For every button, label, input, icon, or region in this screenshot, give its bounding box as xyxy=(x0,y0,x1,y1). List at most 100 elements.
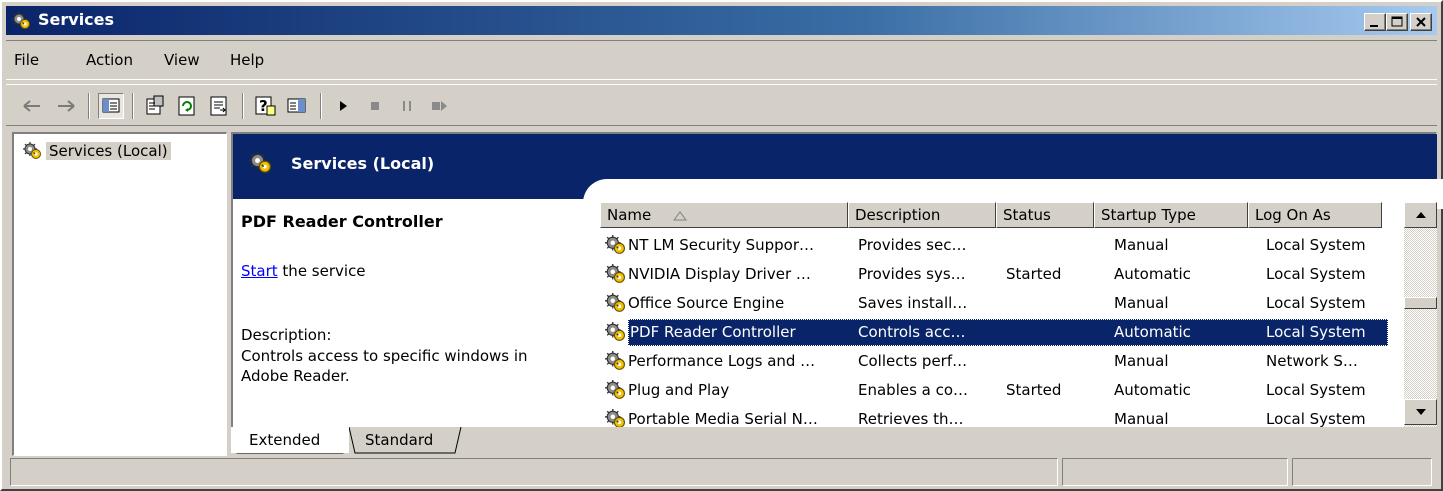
vertical-scrollbar[interactable] xyxy=(1404,202,1437,427)
cell-startup-type: Automatic xyxy=(1114,323,1191,341)
tree-node-services-local[interactable]: Services (Local) xyxy=(22,140,171,162)
tab-extended[interactable]: Extended xyxy=(231,427,349,453)
pane-banner: Services (Local) xyxy=(233,134,1443,209)
services-gears-icon xyxy=(249,152,271,173)
status-panel-secondary xyxy=(1062,458,1288,486)
table-row[interactable]: NVIDIA Display Driver … Provides sys… St… xyxy=(600,260,1390,289)
properties-icon[interactable] xyxy=(142,93,168,119)
menu-help[interactable]: Help xyxy=(230,51,264,69)
cell-description: Provides sec… xyxy=(858,236,967,254)
selected-service-name: PDF Reader Controller xyxy=(241,212,443,231)
window-title: Services xyxy=(38,10,115,29)
column-header-status[interactable]: Status xyxy=(996,202,1094,228)
table-row[interactable]: Performance Logs and … Collects perf… Ma… xyxy=(600,347,1390,376)
table-row[interactable]: NT LM Security Suppor… Provides sec… Man… xyxy=(600,231,1390,260)
help-icon[interactable]: ? xyxy=(252,93,278,119)
service-gear-icon xyxy=(604,351,626,371)
show-hide-action-pane-icon[interactable] xyxy=(284,93,310,119)
description-label: Description: xyxy=(241,326,332,344)
close-button[interactable] xyxy=(1410,13,1432,31)
scroll-down-button[interactable] xyxy=(1404,399,1437,425)
cell-startup-type: Manual xyxy=(1114,352,1169,370)
cell-name: NT LM Security Suppor… xyxy=(628,236,814,254)
table-row-selected[interactable]: PDF Reader Controller Controls acc… Auto… xyxy=(600,318,1390,347)
back-icon[interactable] xyxy=(20,93,46,119)
cell-description: Enables a co… xyxy=(858,381,969,399)
cell-startup-type: Manual xyxy=(1114,236,1169,254)
service-gear-icon xyxy=(604,409,626,427)
column-header-log-on-as[interactable]: Log On As xyxy=(1248,202,1382,228)
cell-log-on-as: Local System xyxy=(1266,236,1366,254)
restart-service-icon[interactable] xyxy=(426,93,452,119)
forward-icon[interactable] xyxy=(52,93,78,119)
cell-log-on-as: Local System xyxy=(1266,323,1366,341)
description-text: Controls access to specific windows in A… xyxy=(241,347,528,385)
cell-startup-type: Manual xyxy=(1114,294,1169,312)
service-gear-icon xyxy=(604,235,626,254)
service-gear-icon xyxy=(604,322,626,342)
menu-bar: File Action View Help xyxy=(6,40,1437,80)
cell-startup-type: Manual xyxy=(1114,410,1169,427)
maximize-button[interactable] xyxy=(1386,13,1408,31)
cell-name: PDF Reader Controller xyxy=(630,323,796,341)
refresh-icon[interactable] xyxy=(174,93,200,119)
cell-startup-type: Automatic xyxy=(1114,381,1191,399)
tab-standard[interactable]: Standard xyxy=(349,427,459,453)
export-list-icon[interactable] xyxy=(206,93,232,119)
view-tabs: Extended Standard xyxy=(231,427,1437,457)
cell-description: Saves install… xyxy=(858,294,968,312)
cell-description: Collects perf… xyxy=(858,352,968,370)
column-header-name[interactable]: Name xyxy=(600,202,848,228)
cell-log-on-as: Local System xyxy=(1266,294,1366,312)
cell-description: Retrieves th… xyxy=(858,410,964,427)
start-service-link[interactable]: Start xyxy=(241,262,278,280)
console-tree: Services (Local) xyxy=(12,132,227,456)
cell-description: Provides sys… xyxy=(858,265,966,283)
arrow-up-icon xyxy=(1416,212,1426,218)
cell-name: NVIDIA Display Driver … xyxy=(628,265,811,283)
start-service-line: Start the service xyxy=(241,262,366,280)
status-bar xyxy=(6,458,1437,488)
tree-node-label: Services (Local) xyxy=(46,142,171,160)
column-header-description[interactable]: Description xyxy=(848,202,996,228)
show-hide-console-tree-icon[interactable] xyxy=(98,93,124,119)
column-header-startup-type[interactable]: Startup Type xyxy=(1094,202,1248,228)
stop-service-icon[interactable] xyxy=(362,93,388,119)
cell-name: Performance Logs and … xyxy=(628,352,816,370)
cell-log-on-as: Local System xyxy=(1266,381,1366,399)
menu-view[interactable]: View xyxy=(164,51,200,69)
details-pane: Services (Local) PDF Reader Controller S… xyxy=(231,132,1443,427)
pause-service-icon[interactable] xyxy=(394,93,420,119)
maximize-icon xyxy=(1391,16,1403,27)
service-gear-icon xyxy=(604,380,626,400)
table-row[interactable]: Office Source Engine Saves install… Manu… xyxy=(600,289,1390,318)
svg-text:?: ? xyxy=(259,97,268,115)
toolbar-separator xyxy=(320,93,322,119)
menu-action[interactable]: Action xyxy=(86,51,133,69)
service-gear-icon xyxy=(604,293,626,313)
menu-file[interactable]: File xyxy=(14,51,39,69)
cell-status: Started xyxy=(1006,265,1062,283)
cell-startup-type: Automatic xyxy=(1114,265,1191,283)
cell-log-on-as: Network S… xyxy=(1266,352,1358,370)
minimize-button[interactable] xyxy=(1364,13,1386,31)
banner-title: Services (Local) xyxy=(291,154,435,173)
sort-ascending-icon xyxy=(673,211,687,221)
start-service-icon[interactable] xyxy=(330,93,356,119)
toolbar: ? xyxy=(6,84,1437,126)
scroll-thumb[interactable] xyxy=(1404,297,1437,309)
cell-name: Office Source Engine xyxy=(628,294,785,312)
cell-status: Started xyxy=(1006,381,1062,399)
table-row[interactable]: Plug and Play Enables a co… Started Auto… xyxy=(600,376,1390,405)
services-gears-icon xyxy=(22,142,42,160)
services-window: Services File Action View Help ? Service… xyxy=(0,0,1443,491)
title-bar[interactable]: Services xyxy=(6,6,1437,35)
minimize-icon xyxy=(1370,25,1378,27)
list-header: Name Description Status Startup Type Log… xyxy=(600,202,1390,228)
toolbar-separator xyxy=(242,93,244,119)
table-row[interactable]: Portable Media Serial N… Retrieves th… M… xyxy=(600,405,1390,427)
cell-log-on-as: Local System xyxy=(1266,410,1366,427)
toolbar-separator xyxy=(88,93,90,119)
scroll-up-button[interactable] xyxy=(1404,202,1437,228)
cell-description: Controls acc… xyxy=(858,323,966,341)
